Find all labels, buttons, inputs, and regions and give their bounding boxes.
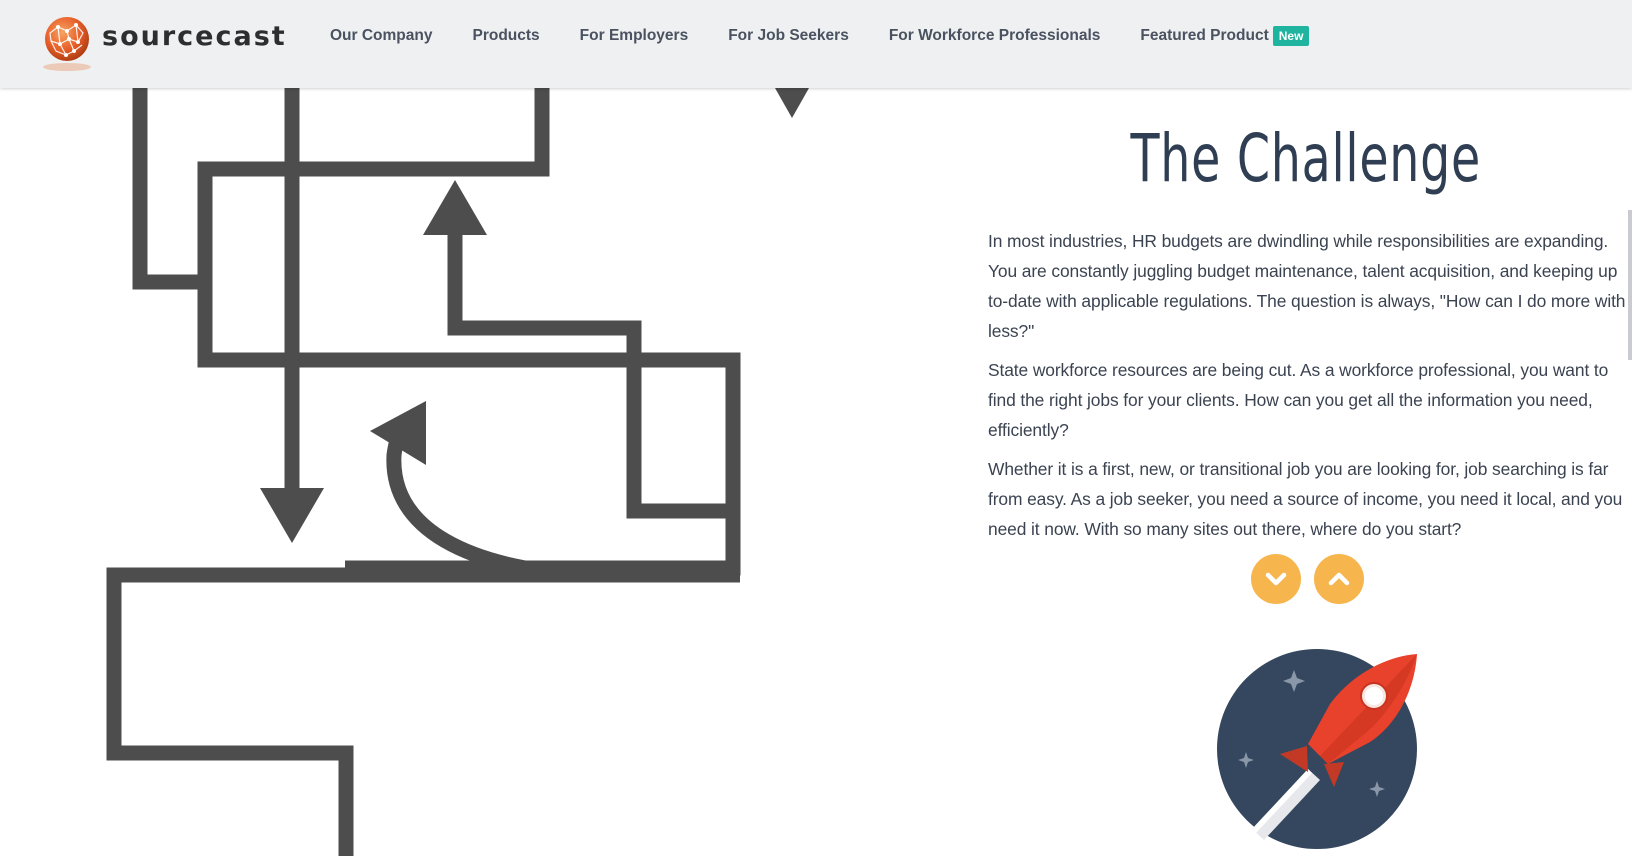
site-header: sourcecast Our Company Products For Empl… [0,0,1632,88]
nav-for-employers[interactable]: For Employers [580,27,689,45]
page-scrollbar[interactable] [1628,210,1632,360]
brand-name: sourcecast [102,20,287,52]
page: sourcecast Our Company Products For Empl… [0,0,1632,856]
rocket-icon [1217,649,1417,849]
chevron-down-icon [1265,572,1287,586]
brand-logo[interactable]: sourcecast [36,12,296,72]
nav-for-workforce-professionals[interactable]: For Workforce Professionals [889,27,1101,45]
scroll-down-button[interactable] [1251,554,1301,604]
nav-products[interactable]: Products [472,27,539,45]
scroll-up-button[interactable] [1314,554,1364,604]
maze-arrows-illustration [106,85,809,856]
section-title: The Challenge [1130,120,1481,197]
main-nav: Our Company Products For Employers For J… [310,0,1329,72]
nav-for-job-seekers[interactable]: For Job Seekers [728,27,849,45]
nav-featured-product[interactable]: Featured Product New [1140,26,1310,46]
paragraph-job-seeker: Whether it is a first, new, or transitio… [988,459,1623,539]
globe-logo-icon [43,17,91,71]
nav-our-company[interactable]: Our Company [330,27,432,45]
paragraph-workforce: State workforce resources are being cut.… [988,360,1609,440]
nav-featured-product-label: Featured Product [1140,27,1269,44]
scroll-controls [1251,554,1364,604]
chevron-up-icon [1328,572,1350,586]
challenge-text: In most industries, HR budgets are dwind… [988,226,1628,553]
paragraph-hr-budgets: In most industries, HR budgets are dwind… [988,231,1626,341]
new-badge: New [1272,26,1310,46]
